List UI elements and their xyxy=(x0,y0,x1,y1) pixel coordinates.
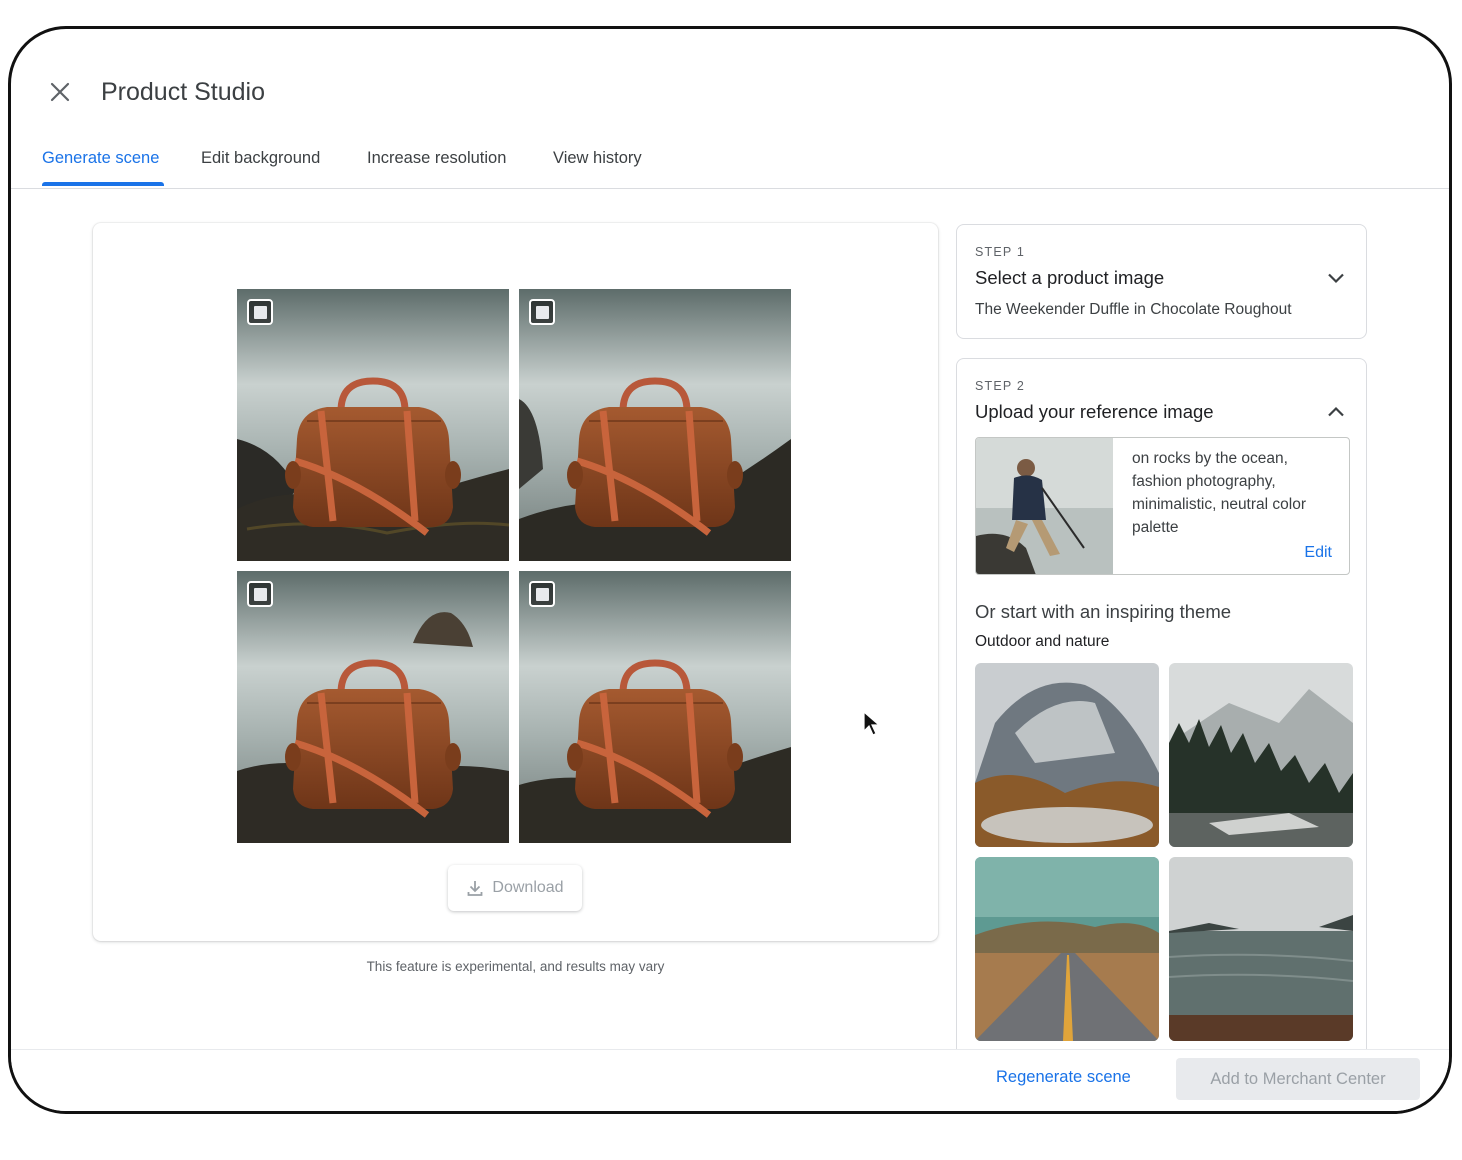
close-icon xyxy=(50,82,70,102)
app-title: Product Studio xyxy=(101,78,265,106)
close-button[interactable] xyxy=(45,77,75,107)
theme-tile-desert-road[interactable] xyxy=(975,857,1159,1041)
step2-label: STEP 2 xyxy=(975,379,1026,393)
result-image-4[interactable] xyxy=(519,571,791,843)
theme-photo xyxy=(975,663,1159,847)
results-panel: Download xyxy=(93,223,938,941)
reference-prompt: on rocks by the ocean, fashion photograp… xyxy=(1132,450,1306,536)
regenerate-scene-button[interactable]: Regenerate scene xyxy=(996,1068,1131,1087)
result-image-1[interactable] xyxy=(237,289,509,561)
theme-tile-lake-dock[interactable] xyxy=(1169,857,1353,1041)
result-photo xyxy=(519,289,791,561)
edit-prompt-link[interactable]: Edit xyxy=(1304,544,1332,562)
reference-photo[interactable] xyxy=(976,438,1113,574)
tab-generate-scene[interactable]: Generate scene xyxy=(42,149,159,168)
tab-increase-resolution[interactable]: Increase resolution xyxy=(367,149,506,168)
step1-label: STEP 1 xyxy=(975,245,1026,259)
step1-title: Select a product image xyxy=(975,267,1165,288)
theme-category: Outdoor and nature xyxy=(975,633,1110,650)
result-image-2[interactable] xyxy=(519,289,791,561)
tab-edit-background[interactable]: Edit background xyxy=(201,149,320,168)
result-image-3[interactable] xyxy=(237,571,509,843)
add-to-merchant-center-button[interactable]: Add to Merchant Center xyxy=(1176,1058,1420,1100)
active-tab-indicator xyxy=(42,182,164,186)
step1-card[interactable]: STEP 1 Select a product image The Weeken… xyxy=(956,224,1367,339)
select-checkbox[interactable] xyxy=(529,299,555,325)
selected-product-name: The Weekender Duffle in Chocolate Rougho… xyxy=(975,301,1292,318)
footer-bar: Regenerate scene Add to Merchant Center xyxy=(11,1049,1449,1111)
download-button[interactable]: Download xyxy=(448,865,582,911)
step2-title: Upload your reference image xyxy=(975,401,1214,422)
mouse-cursor-icon xyxy=(863,711,881,736)
result-photo xyxy=(519,571,791,843)
reference-image-box: on rocks by the ocean, fashion photograp… xyxy=(975,437,1350,575)
download-label: Download xyxy=(492,879,564,896)
theme-photo xyxy=(1169,857,1353,1041)
result-photo xyxy=(237,289,509,561)
theme-tile-misty-forest[interactable] xyxy=(1169,663,1353,847)
theme-tile-mountain-cliff[interactable] xyxy=(975,663,1159,847)
chevron-down-icon[interactable] xyxy=(1324,266,1348,290)
select-checkbox[interactable] xyxy=(529,581,555,607)
theme-photo xyxy=(1169,663,1353,847)
tab-view-history[interactable]: View history xyxy=(553,149,642,168)
app-window: Product Studio Generate scene Edit backg… xyxy=(8,26,1452,1114)
theme-heading: Or start with an inspiring theme xyxy=(975,601,1232,622)
experimental-disclaimer: This feature is experimental, and result… xyxy=(366,959,665,974)
select-checkbox[interactable] xyxy=(247,299,273,325)
download-icon xyxy=(468,881,483,896)
select-checkbox[interactable] xyxy=(247,581,273,607)
step2-card: STEP 2 Upload your reference image on ro… xyxy=(956,358,1367,1078)
theme-photo xyxy=(975,857,1159,1041)
tab-bar: Generate scene Edit background Increase … xyxy=(11,139,1449,189)
chevron-up-icon[interactable] xyxy=(1324,400,1348,424)
result-photo xyxy=(237,571,509,843)
